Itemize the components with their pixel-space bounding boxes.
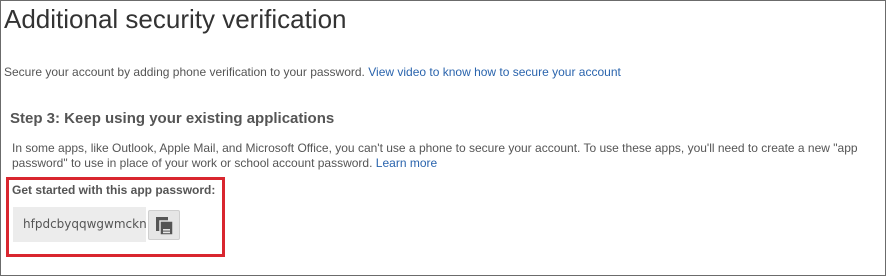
- app-password-field[interactable]: hfpdcbyqqwgwmckn: [13, 207, 146, 242]
- copy-password-button[interactable]: [148, 210, 180, 240]
- verification-panel: Additional security verification Secure …: [0, 0, 886, 276]
- step-heading: Step 3: Keep using your existing applica…: [10, 110, 335, 127]
- step-description-block: In some apps, like Outlook, Apple Mail, …: [12, 141, 882, 171]
- page-title: Additional security verification: [4, 4, 347, 34]
- view-video-link[interactable]: View video to know how to secure your ac…: [368, 65, 621, 79]
- app-password-label: Get started with this app password:: [12, 183, 216, 197]
- learn-more-link[interactable]: Learn more: [376, 156, 437, 170]
- intro-text-block: Secure your account by adding phone veri…: [4, 65, 621, 80]
- intro-text: Secure your account by adding phone veri…: [4, 65, 365, 79]
